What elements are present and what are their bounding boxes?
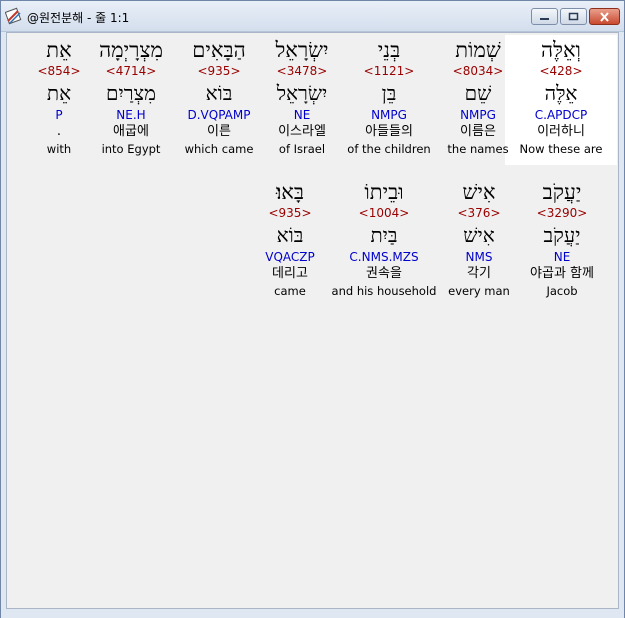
window-title: @원전분해 - 줄 1:1 bbox=[27, 11, 130, 25]
word-cell[interactable]: בְּנֵי <1121> בֵּן NMPG 아들들의 of the children bbox=[336, 35, 442, 165]
interlinear-panel[interactable]: וְאֵלֶּה <428> אֵלֶּה C.APDCP 이러하니 Now these … bbox=[6, 32, 619, 609]
strong-number[interactable]: <3290> bbox=[515, 205, 609, 221]
parsing-code[interactable]: C.NMS.MZS bbox=[322, 249, 446, 265]
hebrew-word: בָּאוּ׃ bbox=[275, 180, 305, 204]
parsing-code[interactable]: P bbox=[32, 107, 86, 123]
hebrew-lemma: בּוֹא bbox=[205, 81, 233, 105]
strong-number[interactable]: <8034> bbox=[434, 63, 522, 79]
strong-number[interactable]: <4714> bbox=[84, 63, 178, 79]
status-strip bbox=[1, 610, 624, 618]
hebrew-lemma: בּוֹא bbox=[276, 223, 304, 247]
word-cell[interactable]: שְׁמוֹת <8034> שֵׁם NMPG 이름은 the names bbox=[434, 35, 522, 165]
window-controls bbox=[529, 8, 620, 26]
strong-number[interactable]: <376> bbox=[437, 205, 521, 221]
parsing-code[interactable]: NMPG bbox=[336, 107, 442, 123]
korean-gloss: 이른 bbox=[207, 124, 231, 139]
hebrew-lemma: בֵּן bbox=[381, 81, 397, 105]
parsing-code[interactable]: D.VQPAMP bbox=[170, 107, 268, 123]
strong-number[interactable]: <854> bbox=[32, 63, 86, 79]
app-icon bbox=[5, 7, 22, 25]
english-gloss: into Egypt bbox=[101, 142, 161, 156]
strong-number[interactable]: <935> bbox=[170, 63, 268, 79]
maximize-button[interactable] bbox=[560, 8, 587, 25]
word-cell[interactable]: בָּאוּ׃ <935> בּוֹא VQACZP 데리고 came bbox=[253, 177, 327, 307]
english-gloss: which came bbox=[184, 142, 254, 156]
parsing-code[interactable]: NMS bbox=[437, 249, 521, 265]
word-cell[interactable]: וּבֵיתוֹ <1004> בַּיִת C.NMS.MZS 권속을 and his … bbox=[322, 177, 446, 307]
close-button[interactable] bbox=[589, 8, 620, 25]
word-cell[interactable]: אֵת <854> אֵת P. with bbox=[32, 35, 86, 165]
maximize-icon bbox=[568, 12, 579, 21]
hebrew-word: אִישׁ bbox=[462, 180, 496, 204]
english-gloss: Jacob bbox=[546, 284, 578, 298]
app-window: @원전분해 - 줄 1:1 וְאֵלֶּה <428> אֵלֶּה C.APDCP… bbox=[0, 0, 625, 618]
korean-gloss: 각기 bbox=[467, 266, 491, 281]
parsing-code[interactable]: VQACZP bbox=[253, 249, 327, 265]
title-bar[interactable]: @원전분해 - 줄 1:1 bbox=[1, 1, 624, 32]
hebrew-word: יַעֲקֹב bbox=[542, 180, 582, 204]
parsing-code[interactable]: NMPG bbox=[434, 107, 522, 123]
hebrew-lemma: בַּיִת bbox=[370, 223, 398, 247]
hebrew-lemma: יִשְׂרָאֵל bbox=[276, 81, 328, 105]
hebrew-lemma: מִצְרַיִם bbox=[106, 81, 156, 105]
hebrew-word: בְּנֵי bbox=[377, 38, 401, 62]
word-cell[interactable]: יִשְׂרָאֵל <3478> יִשְׂרָאֵל NE 이스라엘 of Israe… bbox=[260, 35, 344, 165]
english-gloss: of the children bbox=[347, 142, 431, 156]
hebrew-word: שְׁמוֹת bbox=[455, 38, 501, 62]
close-icon bbox=[600, 11, 609, 22]
english-gloss: with bbox=[46, 142, 72, 156]
strong-number[interactable]: <3478> bbox=[260, 63, 344, 79]
word-cell[interactable]: הַבָּאִים <935> בּוֹא D.VQPAMP 이른 which came bbox=[170, 35, 268, 165]
strong-number[interactable]: <1121> bbox=[336, 63, 442, 79]
hebrew-word: הַבָּאִים bbox=[192, 38, 246, 62]
strong-number[interactable]: <1004> bbox=[322, 205, 446, 221]
word-cell[interactable]: יַעֲקֹב <3290> יַעֲקֹב NE 야곱과 함께 Jacob bbox=[515, 177, 609, 307]
word-cell[interactable]: מִצְרָיְמָה <4714> מִצְרַיִם NE.H 애굽에 into Eg… bbox=[84, 35, 178, 165]
strong-number[interactable]: <935> bbox=[253, 205, 327, 221]
korean-gloss: 아들들의 bbox=[365, 124, 413, 139]
korean-gloss: 야곱과 함께 bbox=[530, 266, 594, 281]
english-gloss: of Israel bbox=[278, 142, 326, 156]
word-cell[interactable]: אִישׁ <376> אִישׁ NMS 각기 every man bbox=[437, 177, 521, 307]
korean-gloss: 이스라엘 bbox=[278, 124, 326, 139]
parsing-code[interactable]: NE bbox=[515, 249, 609, 265]
hebrew-lemma: יַעֲקֹב bbox=[543, 223, 581, 247]
parsing-code[interactable]: NE.H bbox=[84, 107, 178, 123]
minimize-icon bbox=[540, 18, 549, 20]
korean-gloss: 이름은 bbox=[460, 124, 496, 139]
hebrew-lemma: אֵת bbox=[46, 81, 72, 105]
korean-gloss: . bbox=[56, 124, 62, 139]
english-gloss: came bbox=[274, 284, 306, 298]
minimize-button[interactable] bbox=[531, 8, 558, 25]
hebrew-lemma: שֵׁם bbox=[464, 81, 492, 105]
english-gloss: the names bbox=[447, 142, 509, 156]
english-gloss: and his household bbox=[331, 284, 437, 298]
korean-gloss: 애굽에 bbox=[113, 124, 149, 139]
hebrew-lemma: אִישׁ bbox=[463, 223, 495, 247]
korean-gloss: 권속을 bbox=[366, 266, 402, 281]
hebrew-word: יִשְׂרָאֵל bbox=[275, 38, 329, 62]
hebrew-word: אֵת bbox=[46, 38, 72, 62]
korean-gloss: 데리고 bbox=[272, 266, 308, 281]
parsing-code[interactable]: NE bbox=[260, 107, 344, 123]
english-gloss: every man bbox=[448, 284, 510, 298]
hebrew-word: מִצְרָיְמָה bbox=[99, 38, 163, 62]
hebrew-word: וּבֵיתוֹ bbox=[364, 180, 404, 204]
